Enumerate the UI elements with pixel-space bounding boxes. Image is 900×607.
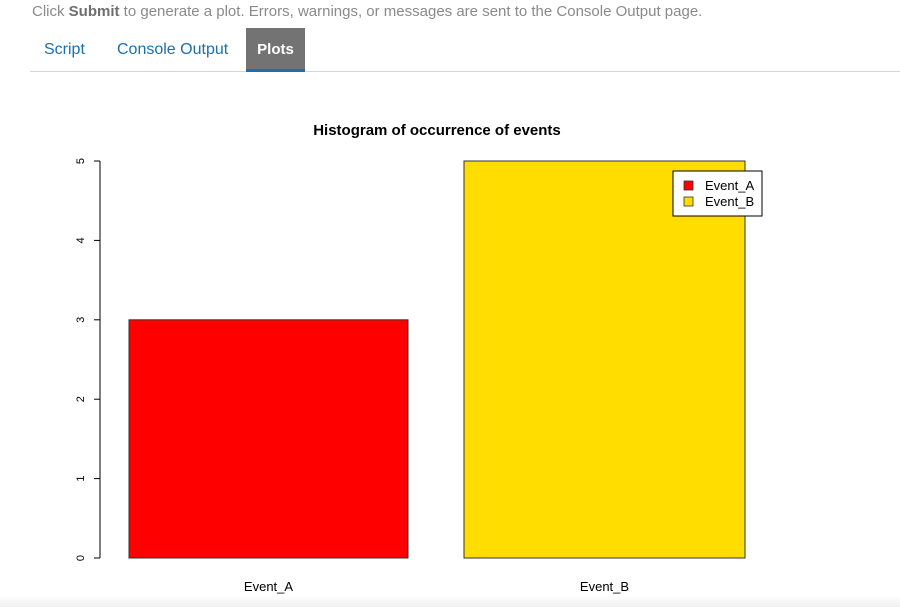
bars bbox=[128, 160, 746, 559]
bottom-shade bbox=[0, 595, 900, 607]
y-tick-label: 4 bbox=[75, 237, 87, 243]
y-axis: 0 1 2 3 4 5 bbox=[75, 158, 101, 561]
bar-event-a bbox=[128, 319, 409, 559]
legend-swatch bbox=[683, 180, 694, 191]
y-tick-label: 1 bbox=[75, 476, 87, 482]
legend: Event_AEvent_B bbox=[672, 170, 763, 217]
y-tick-label: 5 bbox=[75, 158, 87, 164]
legend-label: Event_A bbox=[705, 178, 754, 193]
x-tick-label: Event_B bbox=[580, 579, 629, 594]
histogram-plot: Histogram of occurrence of events 0 1 2 3 4 5… bbox=[75, 122, 763, 594]
x-tick-label: Event_A bbox=[244, 579, 293, 594]
legend-swatch bbox=[683, 196, 694, 207]
y-tick-label: 0 bbox=[75, 555, 87, 561]
y-tick-label: 3 bbox=[75, 317, 87, 323]
x-axis-labels: Event_A Event_B bbox=[244, 579, 629, 594]
legend-label: Event_B bbox=[705, 194, 754, 209]
bar-event-b bbox=[463, 160, 746, 559]
y-tick-label: 2 bbox=[75, 396, 87, 402]
chart-title: Histogram of occurrence of events bbox=[313, 122, 561, 139]
